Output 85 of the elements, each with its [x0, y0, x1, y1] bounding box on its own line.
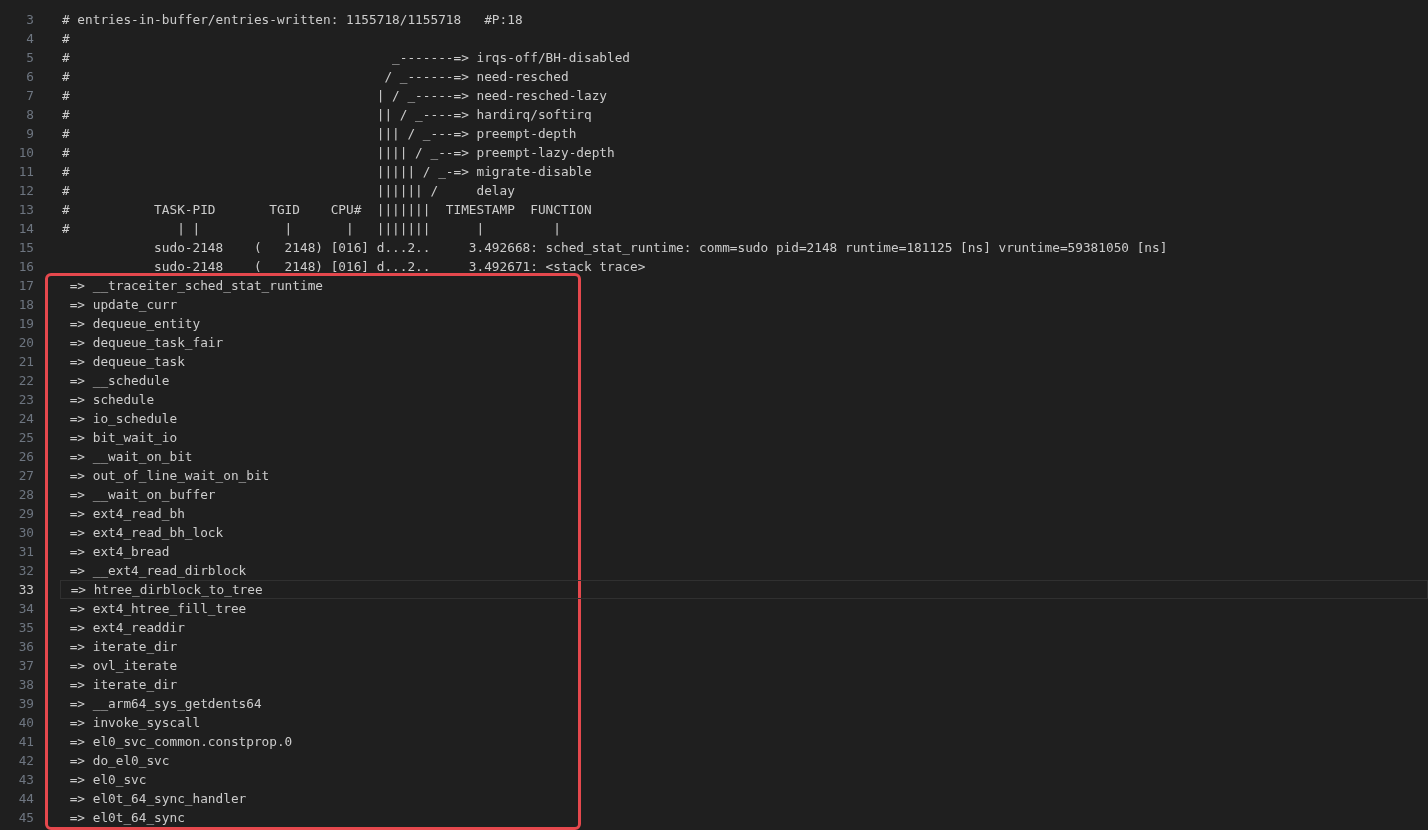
code-line: => update_curr: [68, 295, 179, 314]
code-line: # |||| / _--=> preempt-lazy-depth: [62, 143, 616, 162]
line-number: 44: [17, 789, 34, 808]
code-line: => ext4_readdir: [68, 618, 186, 637]
line-number: 3: [25, 10, 34, 29]
code-line: => __wait_on_buffer: [68, 485, 217, 504]
code-line: => ext4_bread: [68, 542, 171, 561]
line-number: 12: [17, 181, 34, 200]
line-number: 20: [17, 333, 34, 352]
code-line: => el0_svc: [68, 770, 148, 789]
line-number: 35: [17, 618, 34, 637]
line-number: 8: [25, 105, 34, 124]
code-line: => dequeue_task: [68, 352, 186, 371]
code-line: => el0t_64_sync_handler: [68, 789, 248, 808]
line-number: 4: [25, 29, 34, 48]
code-line: # / _------=> need-resched: [62, 67, 570, 86]
code-line: => __ext4_read_dirblock: [68, 561, 248, 580]
code-line: => io_schedule: [68, 409, 179, 428]
line-number: 23: [17, 390, 34, 409]
code-line: => dequeue_entity: [68, 314, 202, 333]
line-number: 40: [17, 713, 34, 732]
code-line: => ext4_read_bh_lock: [68, 523, 225, 542]
code-line: => el0t_64_sync: [68, 808, 186, 827]
line-number: 19: [17, 314, 34, 333]
line-number: 34: [17, 599, 34, 618]
line-number: 21: [17, 352, 34, 371]
code-line: => do_el0_svc: [68, 751, 171, 770]
line-number: 15: [17, 238, 34, 257]
code-line: sudo-2148 ( 2148) [016] d...2.. 3.492668: sched_stat_runtime: comm=sudo pid=2148 runtime=181125 [ns] vruntime=59381050 [ns]: [153, 238, 1169, 257]
code-line: => __arm64_sys_getdents64: [68, 694, 263, 713]
line-number: 17: [17, 276, 34, 295]
code-line: #: [62, 29, 71, 48]
code-line: # || / _----=> hardirq/softirq: [62, 105, 593, 124]
line-number: 22: [17, 371, 34, 390]
line-number: 26: [17, 447, 34, 466]
line-number: 27: [17, 466, 34, 485]
line-number: 28: [17, 485, 34, 504]
line-number: 6: [25, 67, 34, 86]
line-number: 29: [17, 504, 34, 523]
line-number: 5: [25, 48, 34, 67]
code-line: => dequeue_task_fair: [68, 333, 225, 352]
code-line: => __schedule: [68, 371, 171, 390]
line-number: 11: [17, 162, 34, 181]
line-number: 13: [17, 200, 34, 219]
code-line: # ||| / _---=> preempt-depth: [62, 124, 578, 143]
line-number: 7: [25, 86, 34, 105]
code-line: => ovl_iterate: [68, 656, 179, 675]
line-number: 39: [17, 694, 34, 713]
code-line: sudo-2148 ( 2148) [016] d...2.. 3.492671: <stack trace>: [153, 257, 647, 276]
line-number: 33: [17, 580, 34, 599]
code-line: # ||||| / _-=> migrate-disable: [62, 162, 593, 181]
line-number: 32: [17, 561, 34, 580]
line-number: 24: [17, 409, 34, 428]
line-number: 45: [17, 808, 34, 827]
code-line: => invoke_syscall: [68, 713, 202, 732]
code-line: => ext4_htree_fill_tree: [68, 599, 248, 618]
line-number: 16: [17, 257, 34, 276]
line-number: 42: [17, 751, 34, 770]
code-line: # entries-in-buffer/entries-written: 1155718/1155718 #P:18: [62, 10, 524, 29]
line-number: 30: [17, 523, 34, 542]
code-line: # TASK-PID TGID CPU# ||||||| TIMESTAMP FUNCTION: [62, 200, 593, 219]
code-line: # | | | | ||||||| | |: [62, 219, 562, 238]
line-number: 41: [17, 732, 34, 751]
line-number: 38: [17, 675, 34, 694]
code-line: => __traceiter_sched_stat_runtime: [68, 276, 324, 295]
code-line: => iterate_dir: [68, 675, 179, 694]
line-number: 14: [17, 219, 34, 238]
line-number: 37: [17, 656, 34, 675]
line-number: 10: [17, 143, 34, 162]
code-line: => el0_svc_common.constprop.0: [68, 732, 294, 751]
line-number: 9: [25, 124, 34, 143]
code-line: => ext4_read_bh: [68, 504, 186, 523]
code-line: => iterate_dir: [68, 637, 179, 656]
code-line: => out_of_line_wait_on_bit: [68, 466, 271, 485]
line-number: 36: [17, 637, 34, 656]
code-line: => __wait_on_bit: [68, 447, 194, 466]
line-number: 31: [17, 542, 34, 561]
code-line: # | / _-----=> need-resched-lazy: [62, 86, 608, 105]
line-number: 43: [17, 770, 34, 789]
code-line: => bit_wait_io: [68, 428, 179, 447]
code-line: => schedule: [68, 390, 156, 409]
code-line: # |||||| / delay: [62, 181, 516, 200]
line-number: 25: [17, 428, 34, 447]
code-line: # _-------=> irqs-off/BH-disabled: [62, 48, 632, 67]
line-number: 18: [17, 295, 34, 314]
